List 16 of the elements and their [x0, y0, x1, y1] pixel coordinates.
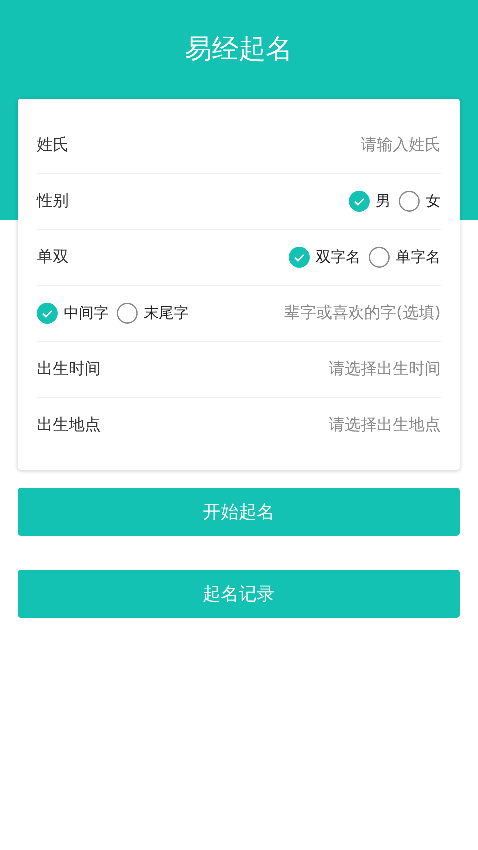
- field-label: 出生时间: [37, 359, 101, 380]
- input-field[interactable]: 辈字或喜欢的字(选填): [284, 303, 441, 324]
- field-label: 单双: [37, 247, 69, 268]
- field-label: 姓氏: [37, 134, 69, 156]
- radio-option[interactable]: 男: [349, 191, 391, 212]
- radio-option[interactable]: 女: [399, 191, 441, 212]
- radio-option[interactable]: 中间字: [37, 303, 109, 324]
- field-label: 出生地点: [37, 415, 101, 436]
- picker-field[interactable]: 请选择出生时间: [329, 359, 441, 380]
- page-title: 易经起名: [185, 33, 293, 67]
- input-field[interactable]: 请输入姓氏: [361, 134, 441, 156]
- picker-field[interactable]: 请选择出生地点: [329, 415, 441, 436]
- radio-option[interactable]: 单字名: [369, 247, 441, 268]
- field-label: 性别: [37, 191, 69, 212]
- radio-option[interactable]: 末尾字: [117, 303, 189, 324]
- radio-option[interactable]: 双字名: [289, 247, 361, 268]
